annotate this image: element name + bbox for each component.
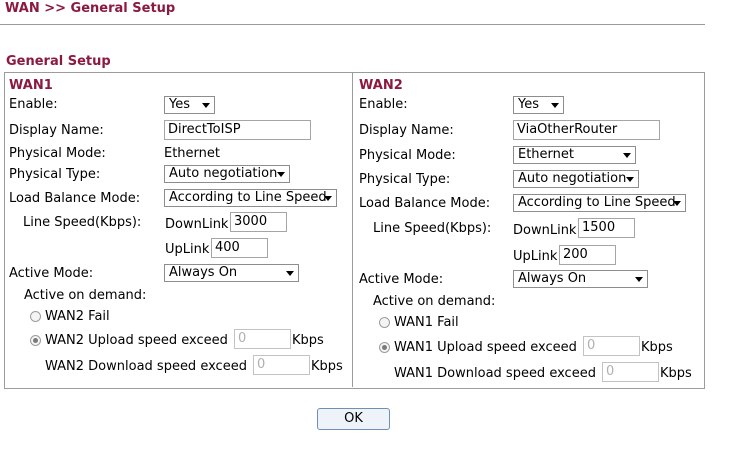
wan2-upload-exceed-input[interactable]: 0 [583, 336, 640, 356]
chevron-down-icon [673, 201, 681, 206]
wan2-downlink-input[interactable]: 1500 [578, 218, 635, 238]
wan1-enable-value: Yes [169, 97, 190, 112]
wan2-physical-mode-label: Physical Mode: [359, 148, 456, 163]
wan2-physical-mode-select[interactable]: Ethernet [513, 146, 636, 164]
wan1-physical-type-select[interactable]: Auto negotiation [164, 165, 290, 183]
wan2-load-balance-select[interactable]: According to Line Speed [513, 194, 686, 212]
wan1-download-exceed-label: WAN2 Download speed exceed [45, 359, 247, 374]
wan1-physical-mode-value: Ethernet [164, 146, 220, 161]
wan1-download-kbps-label: Kbps [311, 359, 343, 374]
breadcrumb: WAN >> General Setup [5, 1, 176, 16]
wan2-enable-value: Yes [518, 97, 539, 112]
wan1-active-mode-label: Active Mode: [9, 266, 94, 281]
wan2-physical-type-label: Physical Type: [359, 172, 451, 187]
wan2-physical-mode-value: Ethernet [518, 147, 574, 162]
chevron-down-icon [623, 153, 631, 158]
wan2-download-kbps-label: Kbps [660, 366, 692, 381]
wan2-upload-exceed-radio[interactable] [379, 342, 390, 353]
wan2-downlink-label: DownLink [513, 223, 577, 238]
wan1-title: WAN1 [9, 78, 53, 93]
wan1-load-balance-select[interactable]: According to Line Speed [164, 189, 337, 207]
wan2-fail-label: WAN1 Fail [394, 315, 459, 330]
wan2-download-exceed-input[interactable]: 0 [602, 362, 659, 382]
wan1-uplink-label: UpLink [165, 242, 210, 257]
panel-divider [352, 72, 353, 387]
wan1-upload-exceed-label: WAN2 Upload speed exceed [45, 333, 228, 348]
wan1-line-speed-label: Line Speed(Kbps): [23, 215, 142, 230]
wan2-physical-type-select[interactable]: Auto negotiation [513, 170, 639, 188]
wan2-active-on-demand-label: Active on demand: [373, 294, 496, 309]
wan2-load-balance-label: Load Balance Mode: [359, 196, 491, 211]
chevron-down-icon [551, 103, 559, 108]
wan2-enable-select[interactable]: Yes [513, 96, 564, 114]
wan1-active-on-demand-label: Active on demand: [24, 288, 147, 303]
section-title: General Setup [6, 54, 111, 69]
wan2-active-mode-select[interactable]: Always On [513, 270, 648, 288]
wan1-upload-kbps-label: Kbps [292, 333, 324, 348]
wan2-physical-type-value: Auto negotiation [518, 171, 627, 186]
chevron-down-icon [277, 172, 285, 177]
wan1-active-mode-select[interactable]: Always On [164, 264, 299, 282]
wan1-load-balance-value: According to Line Speed [169, 190, 327, 205]
wan2-load-balance-value: According to Line Speed [518, 195, 676, 210]
wan2-upload-kbps-label: Kbps [641, 340, 673, 355]
chevron-down-icon [635, 277, 643, 282]
chevron-down-icon [202, 103, 210, 108]
wan2-active-mode-value: Always On [518, 271, 587, 286]
wan2-line-speed-label: Line Speed(Kbps): [373, 221, 492, 236]
wan1-upload-exceed-radio[interactable] [30, 335, 41, 346]
wan1-downlink-input[interactable]: 3000 [230, 212, 287, 232]
wan1-enable-label: Enable: [9, 97, 58, 112]
header-divider [0, 24, 705, 25]
wan1-physical-type-value: Auto negotiation [169, 166, 278, 181]
wan2-display-name-label: Display Name: [359, 123, 454, 138]
wan1-fail-label: WAN2 Fail [45, 309, 110, 324]
wan2-active-mode-label: Active Mode: [359, 272, 444, 287]
wan2-display-name-input[interactable]: ViaOtherRouter [513, 120, 660, 140]
wan1-fail-radio[interactable] [30, 311, 41, 322]
wan2-upload-exceed-label: WAN1 Upload speed exceed [394, 340, 577, 355]
chevron-down-icon [324, 196, 332, 201]
wan1-display-name-label: Display Name: [9, 123, 104, 138]
wan1-physical-type-label: Physical Type: [9, 167, 101, 182]
wan2-fail-radio[interactable] [379, 317, 390, 328]
ok-button[interactable]: OK [317, 408, 390, 430]
wan2-uplink-label: UpLink [513, 249, 558, 264]
chevron-down-icon [286, 271, 294, 276]
chevron-down-icon [626, 177, 634, 182]
wan1-download-exceed-input[interactable]: 0 [253, 355, 310, 375]
wan1-enable-select[interactable]: Yes [164, 96, 215, 114]
wan1-active-mode-value: Always On [169, 265, 238, 280]
wan1-load-balance-label: Load Balance Mode: [9, 191, 141, 206]
wan1-upload-exceed-input[interactable]: 0 [234, 329, 291, 349]
wan2-uplink-input[interactable]: 200 [559, 245, 616, 265]
wan1-physical-mode-label: Physical Mode: [9, 146, 106, 161]
wan1-downlink-label: DownLink [165, 217, 229, 232]
wan2-download-exceed-label: WAN1 Download speed exceed [394, 366, 596, 381]
wan1-uplink-input[interactable]: 400 [211, 238, 268, 258]
wan2-title: WAN2 [359, 78, 403, 93]
wan2-enable-label: Enable: [359, 97, 408, 112]
wan1-display-name-input[interactable]: DirectToISP [164, 120, 311, 140]
